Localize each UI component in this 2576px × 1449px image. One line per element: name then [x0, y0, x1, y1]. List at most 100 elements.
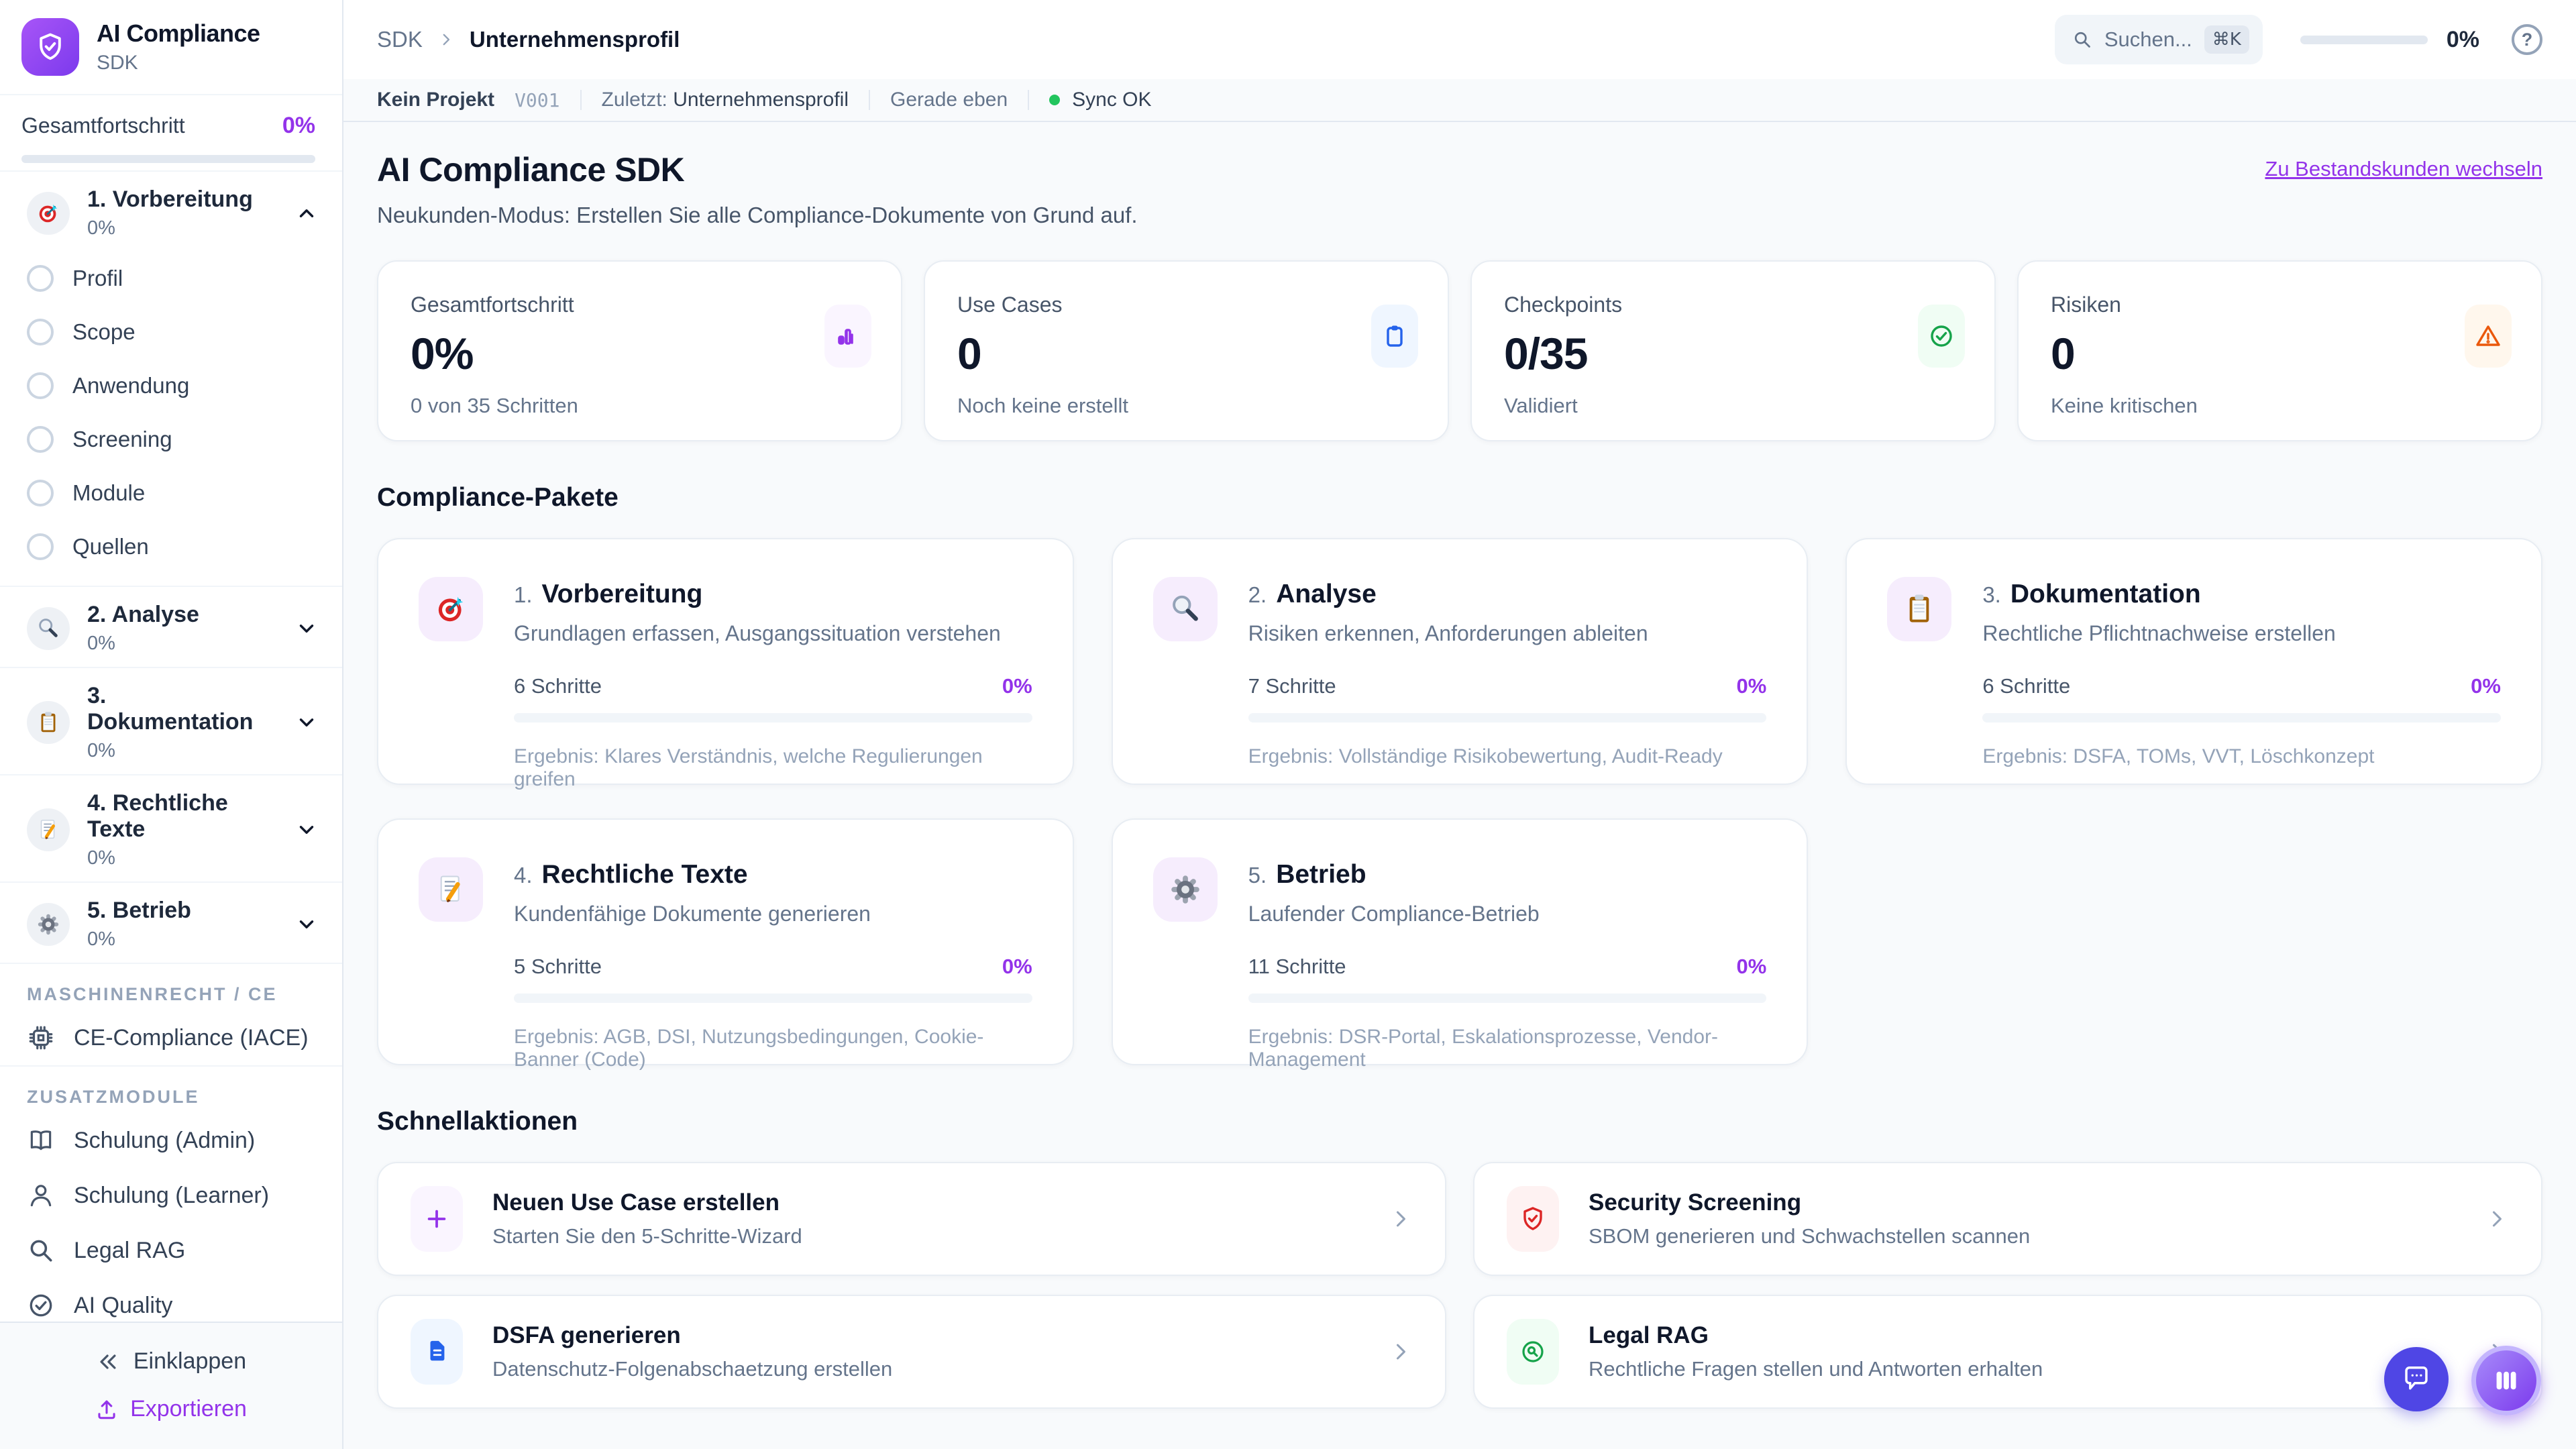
chevron-right-icon — [2492, 1211, 2502, 1227]
clipboard-icon — [1371, 305, 1418, 368]
sidebar-item-analyse[interactable]: 2. Analyse 0% — [0, 587, 342, 667]
package-card-dokumentation[interactable]: 3. Dokumentation Rechtliche Pflichtnachwe… — [1845, 538, 2542, 785]
sidebar-item-schulung-admin[interactable]: Schulung (Admin) — [0, 1113, 342, 1168]
sidebar-item-schulung-learner[interactable]: Schulung (Learner) — [0, 1168, 342, 1223]
sidebar-nav: 1. Vorbereitung 0% Profil Scope Anwendun… — [0, 172, 342, 1322]
sidebar-item-ce-compliance[interactable]: CE-Compliance (IACE) — [0, 1010, 342, 1065]
sidebar-item-dokumentation[interactable]: 3. Dokumentation 0% — [0, 668, 342, 774]
sidebar-step-module[interactable]: Module — [0, 466, 342, 520]
memo-icon — [419, 857, 483, 922]
main-area: SDK Unternehmensprofil Suchen... ⌘K 0% ?… — [343, 0, 2576, 1449]
breadcrumb-current: Unternehmensprofil — [469, 27, 680, 52]
version-badge: V001 — [515, 89, 560, 111]
package-card-analyse[interactable]: 2. Analyse Risiken erkennen, Anforderunge… — [1111, 538, 1809, 785]
clipboard-emoji-icon — [1887, 577, 1952, 641]
cpu-chip-icon — [29, 1026, 53, 1050]
sidebar-footer: Einklappen Exportieren — [0, 1322, 342, 1449]
chevron-right-icon — [1396, 1211, 1405, 1227]
chevron-right-icon — [443, 34, 449, 46]
check-circle-icon — [1918, 305, 1965, 368]
switch-mode-link[interactable]: Zu Bestandskunden wechseln — [2265, 157, 2542, 181]
sidebar-item-betrieb[interactable]: 5. Betrieb 0% — [0, 883, 342, 963]
file-text-icon — [411, 1319, 463, 1385]
app-subtitle: SDK — [97, 52, 138, 74]
quick-actions-title: Schnellaktionen — [377, 1107, 578, 1136]
sidebar-item-legal-rag[interactable]: Legal RAG — [0, 1223, 342, 1278]
last-step-label: Zuletzt: — [601, 89, 667, 111]
plus-icon — [411, 1186, 463, 1252]
chat-bubble-icon — [2405, 1366, 2428, 1390]
quick-action-legal-rag[interactable]: Legal RAG Rechtliche Fragen stellen und … — [1473, 1295, 2542, 1409]
chevron-down-icon[interactable] — [295, 711, 318, 734]
memo-icon — [27, 808, 70, 851]
sidebar-step-screening[interactable]: Screening — [0, 413, 342, 466]
help-icon[interactable]: ? — [2512, 24, 2542, 55]
search-circle-icon — [1507, 1319, 1559, 1385]
package-card-vorbereitung[interactable]: 1. Vorbereitung Grundlagen erfassen, Ausg… — [377, 538, 1074, 790]
overall-progress-value: 0% — [282, 113, 315, 138]
sidebar-step-quellen[interactable]: Quellen — [0, 520, 342, 574]
kanban-columns-icon — [2496, 1371, 2516, 1390]
sidebar-item-ai-quality[interactable]: AI Quality — [0, 1278, 342, 1322]
gear-icon — [1152, 857, 1218, 922]
chevron-down-icon[interactable] — [295, 818, 318, 841]
sidebar-item-pct: 0% — [87, 217, 115, 239]
breadcrumb-sdk[interactable]: SDK — [377, 27, 423, 52]
overall-progress-bar — [21, 155, 315, 163]
sidebar-step-scope[interactable]: Scope — [0, 305, 342, 359]
chevron-up-icon[interactable] — [295, 202, 318, 225]
sidebar-step-anwendung[interactable]: Anwendung — [0, 359, 342, 413]
overall-progress-label: Gesamtfortschritt — [21, 113, 185, 138]
kanban-fab-button[interactable] — [2471, 1346, 2541, 1415]
stat-card-risiken: Risiken 0 Keine kritischen — [2017, 260, 2542, 441]
sidebar-item-vorbereitung[interactable]: 1. Vorbereitung 0% — [0, 172, 342, 252]
last-step-value: Unternehmensprofil — [673, 89, 849, 111]
section-label-zusatzmodule: ZUSATZMODULE — [27, 1087, 200, 1107]
search-input[interactable]: Suchen... ⌘K — [2054, 15, 2263, 64]
chevron-down-icon[interactable] — [295, 913, 318, 936]
quick-action-cards: Neuen Use Case erstellen Starten Sie den… — [377, 1162, 2542, 1409]
search-shortcut-kbd: ⌘K — [2204, 25, 2249, 54]
sidebar: AI Compliance SDK Gesamtfortschritt 0% 1… — [0, 0, 343, 1449]
target-icon — [419, 577, 483, 641]
package-progress-bar — [1982, 713, 2501, 722]
page-title: AI Compliance SDK — [377, 151, 685, 189]
stat-card-use-cases: Use Cases 0 Noch keine erstellt — [924, 260, 1449, 441]
package-card-betrieb[interactable]: 5. Betrieb Laufender Compliance-Betrieb 1… — [1111, 818, 1809, 1071]
package-progress-bar — [1248, 713, 1767, 722]
app-window: AI Compliance SDK Gesamtfortschritt 0% 1… — [0, 0, 2576, 1449]
project-status: Kein Projekt — [377, 89, 495, 111]
sidebar-item-label: 1. Vorbereitung — [87, 186, 253, 212]
sync-status-label: Sync OK — [1072, 89, 1152, 111]
radio-circle-icon — [27, 426, 54, 453]
sidebar-item-rechtliche-texte[interactable]: 4. Rechtliche Texte 0% — [0, 775, 342, 881]
radio-circle-icon — [27, 480, 54, 506]
search-placeholder: Suchen... — [2104, 28, 2192, 51]
stat-cards: Gesamtfortschritt 0% 0 von 35 Schritten … — [377, 260, 2542, 441]
quick-action-new-use-case[interactable]: Neuen Use Case erstellen Starten Sie den… — [377, 1162, 1446, 1276]
breadcrumb: SDK Unternehmensprofil — [377, 27, 680, 52]
package-progress-bar — [514, 994, 1032, 1003]
chat-fab-button[interactable] — [2384, 1347, 2449, 1411]
collapse-sidebar-button[interactable]: Einklappen — [88, 1340, 254, 1383]
package-card-rechtliche-texte[interactable]: 4. Rechtliche Texte Kundenfähige Dokument… — [377, 818, 1074, 1071]
chevron-right-icon — [1396, 1344, 1405, 1360]
sidebar-step-profil[interactable]: Profil — [0, 252, 342, 305]
bar-chart-icon — [824, 305, 871, 368]
quick-action-dsfa[interactable]: DSFA generieren Datenschutz-Folgenabscha… — [377, 1295, 1446, 1409]
check-circle-icon — [30, 1294, 52, 1317]
last-saved-time: Gerade eben — [890, 89, 1008, 111]
header-progress-bar — [2300, 35, 2428, 44]
upload-icon — [98, 1400, 115, 1419]
export-button[interactable]: Exportieren — [89, 1389, 254, 1429]
chevron-down-icon[interactable] — [295, 617, 318, 640]
radio-circle-icon — [27, 319, 54, 345]
quick-action-security-screening[interactable]: Security Screening SBOM generieren und S… — [1473, 1162, 2542, 1276]
chevrons-left-icon — [100, 1354, 116, 1369]
search-icon — [30, 1240, 52, 1262]
status-bar: Kein Projekt V001 Zuletzt: Unternehmensp… — [343, 79, 2576, 122]
clipboard-emoji-icon — [27, 701, 70, 744]
section-label-maschinenrecht: MASCHINENRECHT / CE — [27, 984, 278, 1004]
book-open-icon — [30, 1130, 52, 1150]
vorbereitung-steps: Profil Scope Anwendung Screening Module — [0, 252, 342, 586]
